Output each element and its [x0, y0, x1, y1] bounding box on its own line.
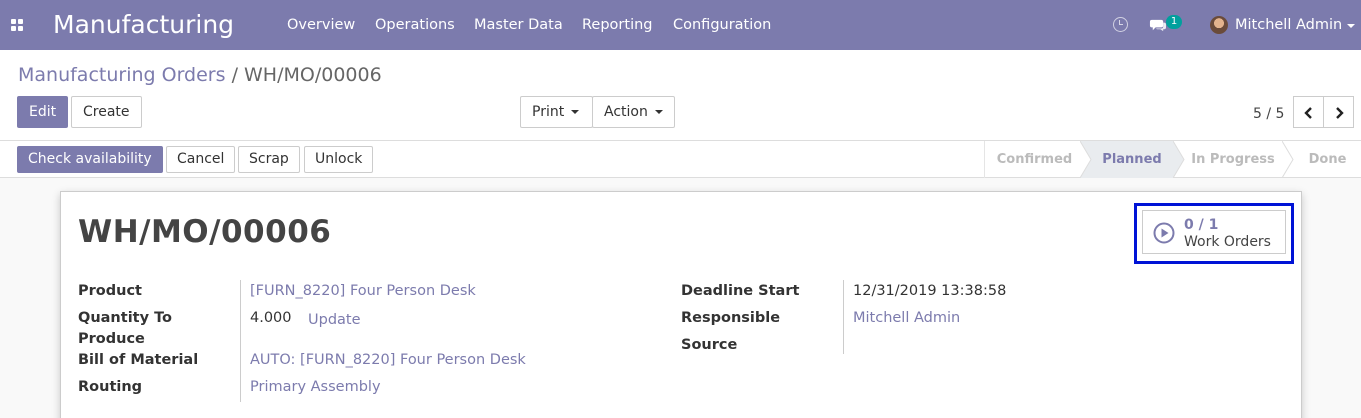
work-orders-count: 0 / 1 — [1184, 217, 1219, 233]
record-title: WH/MO/00006 — [78, 214, 332, 250]
play-circle-icon — [1153, 222, 1175, 244]
form-sheet: WH/MO/00006 0 / 1 Work Orders Product [F… — [60, 191, 1302, 418]
stage-confirmed[interactable]: Confirmed — [984, 141, 1084, 178]
user-menu[interactable]: Mitchell Admin — [1235, 17, 1342, 33]
apps-menu-icon[interactable] — [11, 19, 24, 32]
product-label: Product — [78, 283, 142, 299]
quantity-label-line1: Quantity To — [78, 310, 173, 326]
quantity-value: 4.000 — [250, 310, 292, 326]
bom-label: Bill of Material — [78, 352, 199, 368]
source-label: Source — [681, 337, 738, 353]
work-orders-smart-button[interactable]: 0 / 1 Work Orders — [1142, 210, 1286, 254]
cancel-button[interactable]: Cancel — [166, 146, 236, 173]
stage-in-progress[interactable]: In Progress — [1185, 141, 1281, 178]
chevron-down-icon — [654, 110, 663, 114]
control-panel: Manufacturing Orders / WH/MO/00006 Edit … — [0, 50, 1361, 141]
stage-bar: Confirmed Planned In Progress Done — [984, 141, 1361, 178]
pager-value[interactable]: 5 / 5 — [1253, 106, 1284, 122]
print-label: Print — [532, 104, 565, 120]
deadline-start-label: Deadline Start — [681, 283, 800, 299]
deadline-start-value: 12/31/2019 13:38:58 — [853, 283, 1007, 299]
stage-separator — [1173, 141, 1185, 178]
action-label: Action — [604, 104, 648, 120]
product-link[interactable]: [FURN_8220] Four Person Desk — [250, 283, 476, 299]
chat-icon[interactable] — [1149, 17, 1166, 34]
scrap-button[interactable]: Scrap — [238, 146, 300, 173]
bom-link[interactable]: AUTO: [FURN_8220] Four Person Desk — [250, 352, 526, 368]
menu-operations[interactable]: Operations — [375, 17, 455, 33]
stage-done[interactable]: Done — [1294, 141, 1361, 178]
stage-separator — [1282, 141, 1294, 178]
menu-configuration[interactable]: Configuration — [673, 17, 771, 33]
breadcrumb: Manufacturing Orders / WH/MO/00006 — [18, 64, 382, 86]
chevron-right-icon — [1336, 107, 1344, 119]
check-availability-button[interactable]: Check availability — [17, 146, 163, 173]
breadcrumb-separator: / — [231, 64, 238, 86]
menu-master-data[interactable]: Master Data — [474, 17, 563, 33]
action-dropdown[interactable]: Action — [592, 96, 675, 128]
chevron-down-icon — [571, 110, 580, 114]
right-group-divider — [843, 280, 844, 354]
update-quantity-button[interactable]: Update — [308, 312, 361, 328]
unlock-button[interactable]: Unlock — [304, 146, 374, 173]
quantity-label-line2: Produce — [78, 331, 145, 347]
responsible-label: Responsible — [681, 310, 781, 326]
chevron-left-icon — [1304, 107, 1312, 119]
pager-previous-button[interactable] — [1293, 96, 1324, 128]
stage-planned[interactable]: Planned — [1091, 141, 1173, 178]
stage-separator — [1080, 141, 1092, 178]
breadcrumb-current: WH/MO/00006 — [244, 64, 382, 86]
chat-count-badge: 1 — [1166, 15, 1182, 29]
left-group-divider — [240, 280, 241, 402]
menu-overview[interactable]: Overview — [287, 17, 355, 33]
user-caret-icon[interactable] — [1347, 24, 1355, 28]
pager-next-button[interactable] — [1323, 96, 1354, 128]
breadcrumb-parent-link[interactable]: Manufacturing Orders — [18, 64, 226, 86]
user-avatar[interactable] — [1210, 16, 1228, 34]
work-orders-label: Work Orders — [1184, 234, 1271, 250]
routing-label: Routing — [78, 379, 143, 395]
create-button[interactable]: Create — [71, 96, 142, 128]
menu-reporting[interactable]: Reporting — [582, 17, 653, 33]
form-statusbar: Check availability Cancel Scrap Unlock C… — [0, 141, 1361, 178]
app-title: Manufacturing — [53, 10, 235, 39]
print-dropdown[interactable]: Print — [520, 96, 593, 128]
top-navbar: Manufacturing Overview Operations Master… — [0, 0, 1361, 50]
responsible-link[interactable]: Mitchell Admin — [853, 310, 960, 326]
activity-clock-icon[interactable] — [1113, 17, 1128, 32]
routing-link[interactable]: Primary Assembly — [250, 379, 381, 395]
edit-button[interactable]: Edit — [17, 96, 69, 128]
